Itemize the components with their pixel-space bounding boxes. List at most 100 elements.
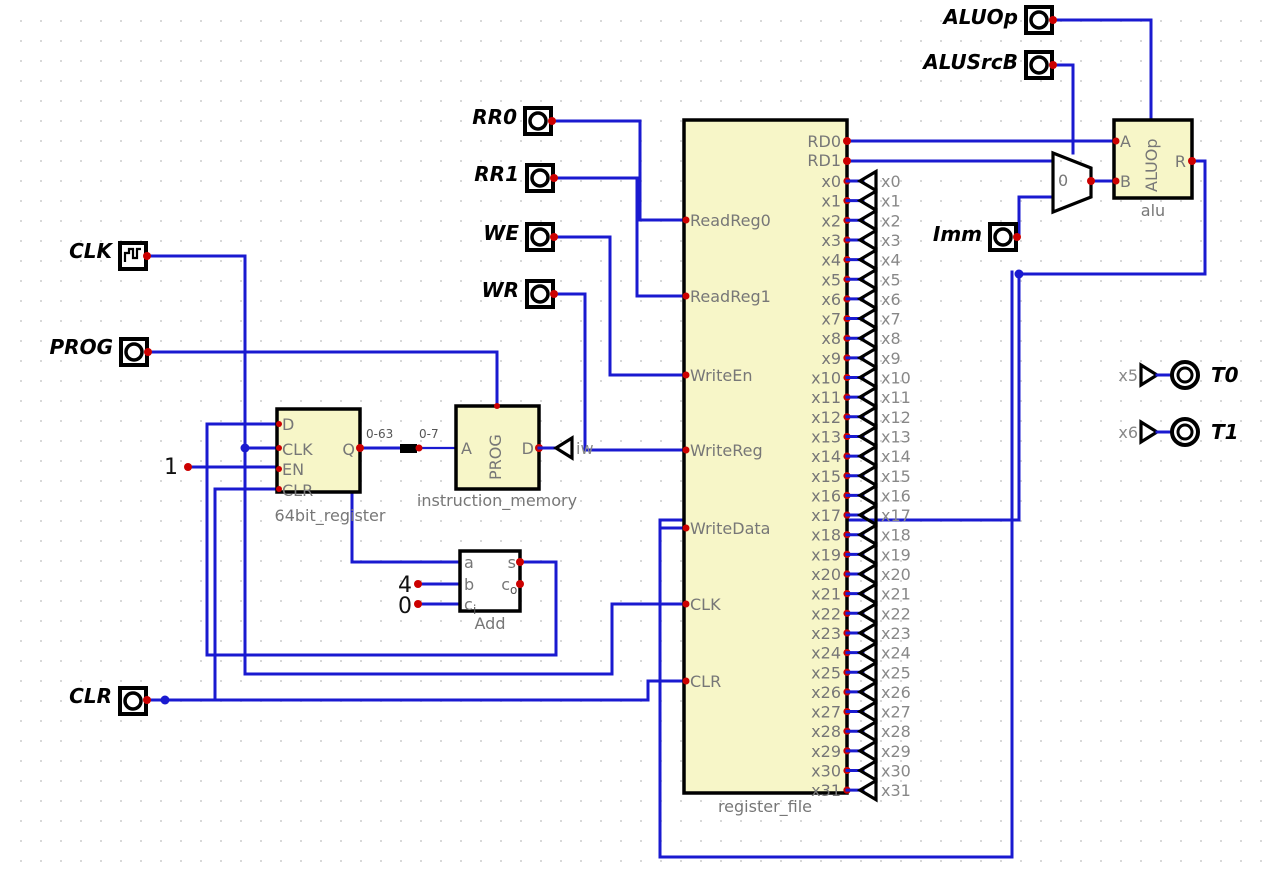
- register64-label: 64bit_register: [275, 506, 386, 526]
- port-readreg0: ReadReg0: [690, 211, 771, 230]
- port-writereg: WriteReg: [690, 441, 763, 460]
- tunnel-label-x5: x5: [1118, 366, 1138, 385]
- alu-aluop-label: ALUOp: [1142, 138, 1161, 192]
- register-file-port-x22: x22: [811, 604, 841, 623]
- register-file-port-x8: x8: [821, 329, 841, 348]
- port-writeen: WriteEn: [690, 366, 753, 385]
- alu-port-b: B: [1120, 172, 1131, 191]
- imem-prog-label: PROG: [486, 434, 505, 480]
- output-pin-t0[interactable]: x5 T0: [1118, 360, 1239, 390]
- tunnel-label-x20: x20: [881, 565, 911, 584]
- reg64-port-clr: CLR: [282, 481, 313, 500]
- block-register-file[interactable]: register_file ReadReg0 ReadReg1 WriteEn …: [682, 118, 911, 817]
- register-file-port-x31: x31: [811, 781, 841, 800]
- tunnel-label-x14: x14: [881, 447, 911, 466]
- adder-port-b: b: [464, 575, 474, 594]
- tunnel-label-x15: x15: [881, 467, 911, 486]
- alu-port-r: R: [1175, 152, 1186, 171]
- schematic-canvas: register_file ReadReg0 ReadReg1 WriteEn …: [0, 0, 1280, 873]
- tunnel-label-x11: x11: [881, 388, 911, 407]
- register-file-port-x19: x19: [811, 545, 841, 564]
- register-file-port-x14: x14: [811, 447, 841, 466]
- tunnel-label-x30: x30: [881, 762, 911, 781]
- instruction-memory-label: instruction_memory: [417, 491, 577, 511]
- tunnel-label-x26: x26: [881, 683, 911, 702]
- bit-label-0-7: 0-7: [419, 427, 439, 441]
- register-file-port-x10: x10: [811, 369, 841, 388]
- register-file-port-x23: x23: [811, 624, 841, 643]
- pin-label-wr: WR: [482, 278, 519, 302]
- imem-port-d: D: [522, 439, 534, 458]
- tunnel-label-x6: x6: [1118, 423, 1138, 442]
- register-file-port-x27: x27: [811, 703, 841, 722]
- register-file-port-x16: x16: [811, 486, 841, 505]
- tunnel-label-x25: x25: [881, 663, 911, 682]
- register-file-port-x11: x11: [811, 388, 841, 407]
- pin-label-alusrcb: ALUSrcB: [921, 50, 1018, 74]
- register-file-port-x25: x25: [811, 663, 841, 682]
- tunnel-label-x16: x16: [881, 486, 911, 505]
- schematic-svg: register_file ReadReg0 ReadReg1 WriteEn …: [0, 0, 1280, 863]
- register-file-port-x13: x13: [811, 427, 841, 446]
- reg64-port-q: Q: [342, 440, 355, 459]
- pin-label-rr0: RR0: [472, 105, 517, 129]
- register-file-port-x29: x29: [811, 742, 841, 761]
- tunnel-label-x7: x7: [881, 310, 901, 329]
- tunnel-label-x5: x5: [881, 270, 901, 289]
- tunnel-label-x24: x24: [881, 644, 911, 663]
- adder-port-s: s: [508, 553, 516, 572]
- adder-port-co: c: [501, 575, 510, 594]
- tunnel-label-x8: x8: [881, 329, 901, 348]
- pin-label-imm: Imm: [933, 222, 982, 246]
- register-file-port-x2: x2: [821, 211, 841, 230]
- pin-label-clr: CLR: [69, 684, 112, 708]
- tunnel-label-x31: x31: [881, 781, 911, 800]
- tunnel-label-x10: x10: [881, 369, 911, 388]
- tunnel-label-x17: x17: [881, 506, 911, 525]
- tunnel-label-x9: x9: [881, 349, 901, 368]
- tunnel-label-x6: x6: [881, 290, 901, 309]
- input-pin-imm[interactable]: Imm: [933, 222, 1021, 252]
- mux-selected-value: 0: [1058, 171, 1068, 190]
- reg64-port-en: EN: [282, 460, 304, 479]
- register-file-port-x9: x9: [821, 349, 841, 368]
- pin-label-aluop: ALUOp: [941, 5, 1018, 29]
- output-pin-t1[interactable]: x6 T1: [1118, 417, 1239, 447]
- tunnel-label-x0: x0: [881, 172, 901, 191]
- register-file-port-x21: x21: [811, 585, 841, 604]
- tunnel-iw: iw: [576, 439, 594, 458]
- register-file-port-x3: x3: [821, 231, 841, 250]
- register-file-label: register_file: [718, 797, 812, 817]
- pin-label-we: WE: [483, 221, 519, 245]
- register-file-port-x30: x30: [811, 762, 841, 781]
- port-writedata: WriteData: [690, 519, 770, 538]
- register-file-port-x20: x20: [811, 565, 841, 584]
- register-file-port-x7: x7: [821, 310, 841, 329]
- tunnel-label-x21: x21: [881, 585, 911, 604]
- port-clk: CLK: [690, 595, 721, 614]
- pin-label-t1: T1: [1211, 420, 1239, 444]
- port-clr: CLR: [690, 672, 721, 691]
- register-file-port-x26: x26: [811, 683, 841, 702]
- input-pin-alusrcb[interactable]: ALUSrcB: [921, 50, 1057, 80]
- register-file-port-x17: x17: [811, 506, 841, 525]
- adder-port-ci: c: [464, 595, 473, 614]
- tunnel-label-x28: x28: [881, 722, 911, 741]
- tunnel-label-x18: x18: [881, 526, 911, 545]
- pin-label-clk: CLK: [69, 239, 113, 263]
- tunnel-label-x4: x4: [881, 251, 901, 270]
- tunnel-label-x13: x13: [881, 427, 911, 446]
- imem-port-a: A: [461, 439, 472, 458]
- alu-port-a: A: [1120, 132, 1131, 151]
- pin-label-prog: PROG: [50, 335, 113, 359]
- port-rd1: RD1: [807, 151, 841, 170]
- reg64-port-d: D: [282, 415, 294, 434]
- tunnel-label-x27: x27: [881, 703, 911, 722]
- tunnel-label-x29: x29: [881, 742, 911, 761]
- pin-label-t0: T0: [1211, 363, 1239, 387]
- tunnel-label-x2: x2: [881, 211, 901, 230]
- register-file-port-x12: x12: [811, 408, 841, 427]
- input-pin-aluop[interactable]: ALUOp: [941, 5, 1057, 35]
- port-rd0: RD0: [807, 132, 841, 151]
- constant-0: 0: [398, 594, 412, 619]
